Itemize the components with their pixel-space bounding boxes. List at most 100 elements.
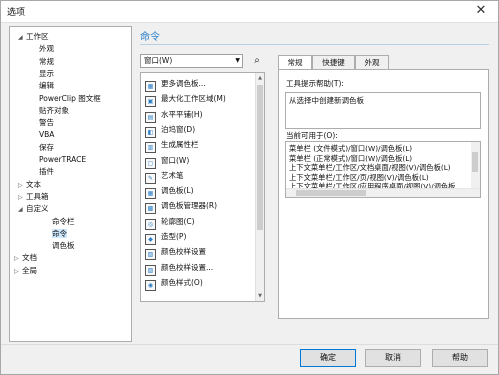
- command-item[interactable]: ◎ 轮廓图(C): [145, 215, 195, 230]
- general-tab-panel: 工具提示帮助(T): 从选择中创建新调色板 当前可用于(O): 上下文菜单栏/工…: [278, 69, 489, 319]
- help-button[interactable]: 帮助: [432, 349, 488, 367]
- tab-shortcuts[interactable]: 快捷键: [312, 55, 355, 69]
- tree-item-label: 工具箱: [26, 191, 49, 201]
- color-palette-icon: ▦: [145, 188, 156, 200]
- tree-item[interactable]: 编辑: [31, 80, 54, 92]
- command-item[interactable]: ▦ 更多调色板...: [145, 77, 206, 92]
- scroll-up-icon[interactable]: ▲: [256, 73, 264, 83]
- command-label: 颜色样式(O): [161, 277, 203, 287]
- command-label: 调色板(L): [161, 186, 194, 196]
- command-item[interactable]: ▦ 调色板(L): [145, 184, 194, 200]
- tree-item-label: 自定义: [26, 204, 49, 214]
- contour-icon: ◎: [145, 218, 156, 230]
- expander-icon[interactable]: ◢: [18, 32, 26, 44]
- expander-icon[interactable]: ▷: [14, 266, 22, 278]
- tree-item-label: 显示: [39, 68, 54, 78]
- tree-item[interactable]: ▷ 文档: [14, 252, 37, 264]
- category-select[interactable]: 窗口(W) ▼: [140, 54, 243, 68]
- used-in-hscrollbar[interactable]: [286, 188, 480, 197]
- tab-appearance[interactable]: 外观: [355, 55, 389, 69]
- options-tree[interactable]: ◢ 工作区 外观 常规 显示 编辑 PowerClip 图文框 贴齐对象 警告 VBA 保存 Powe…: [9, 26, 132, 342]
- tree-item-label: 常规: [39, 56, 54, 66]
- command-label: 水平平铺(H): [161, 109, 203, 119]
- command-label: 颜色校样设置: [161, 247, 206, 257]
- tree-item[interactable]: 插件: [31, 166, 54, 178]
- used-in-list[interactable]: 上下文菜单栏/工作区/应用程序桌面/视图(V)/调色板 上下文菜单栏/工作区/页/…: [285, 141, 481, 198]
- hscroll-thumb[interactable]: [296, 190, 366, 196]
- command-item[interactable]: ▣ 最大化工作区域(M): [145, 92, 226, 108]
- shaping-icon: ◆: [145, 234, 156, 245]
- used-in-entry[interactable]: 菜单栏 (正常模式)/窗口(W)/调色板(L): [289, 154, 412, 164]
- cancel-button[interactable]: 取消: [365, 349, 421, 367]
- command-item[interactable]: ◆ 造型(P): [145, 230, 187, 245]
- command-label: 调色板管理器(R): [161, 201, 218, 211]
- ok-button[interactable]: 确定: [300, 349, 356, 367]
- window-icon: ▢: [145, 157, 156, 169]
- tree-item[interactable]: 命令: [44, 228, 67, 240]
- expander-icon[interactable]: ▷: [18, 180, 26, 192]
- tree-item[interactable]: PowerClip 图文框: [31, 93, 101, 105]
- tree-item[interactable]: ▷ 全局: [14, 265, 37, 277]
- close-icon[interactable]: ✕: [470, 3, 492, 19]
- scroll-down-icon[interactable]: ▼: [256, 291, 264, 301]
- binoculars-icon[interactable]: ⌕: [250, 54, 264, 68]
- expander-icon[interactable]: ▷: [18, 192, 26, 204]
- tree-item[interactable]: ▷ 文本: [18, 179, 41, 191]
- tree-item[interactable]: ▷ 工具箱: [18, 191, 49, 203]
- command-label: 更多调色板...: [161, 79, 206, 88]
- tree-item[interactable]: 命令栏: [44, 216, 75, 228]
- vscroll-thumb[interactable]: [472, 152, 478, 172]
- command-label: 窗口(W): [161, 155, 190, 165]
- tree-item[interactable]: 保存: [31, 142, 54, 154]
- palette-icon: ▦: [145, 81, 156, 92]
- tree-item[interactable]: ◢ 工作区: [18, 31, 49, 43]
- command-label: 造型(P): [161, 232, 187, 241]
- command-item[interactable]: ◧ 泊坞窗(D): [145, 123, 195, 138]
- command-item[interactable]: ◉ 颜色样式(O): [145, 276, 203, 291]
- tree-item[interactable]: 警告: [31, 117, 54, 129]
- scroll-thumb[interactable]: [257, 85, 263, 230]
- command-list-scrollbar[interactable]: ▲ ▼: [255, 73, 264, 301]
- used-in-entry[interactable]: 上下文菜单栏/工作区/文档桌面/视图(V)/调色板(L): [289, 163, 451, 173]
- command-item[interactable]: ▢ 窗口(W): [145, 154, 190, 169]
- tree-item[interactable]: 调色板: [44, 240, 75, 252]
- used-in-entry[interactable]: 菜单栏 (文件模式)/窗口(W)/调色板(L): [289, 144, 412, 154]
- art-pen-icon: ✎: [145, 172, 156, 184]
- tree-item-label: 保存: [39, 142, 54, 152]
- tile-horizontal-icon: ▤: [145, 111, 156, 123]
- command-item[interactable]: ▧ 颜色校样设置: [145, 245, 206, 261]
- tree-item[interactable]: 常规: [31, 56, 54, 68]
- command-label: 艺术笔: [161, 170, 184, 180]
- color-styles-icon: ◉: [145, 279, 156, 291]
- command-label: 颜色校样设置...: [161, 262, 214, 272]
- command-item[interactable]: ▧ 颜色校样设置...: [145, 261, 214, 276]
- tab-general[interactable]: 常规: [278, 55, 312, 70]
- used-in-vscrollbar[interactable]: [471, 142, 480, 188]
- chevron-down-icon: ▼: [235, 57, 240, 64]
- command-item[interactable]: ▤ 水平平铺(H): [145, 108, 203, 123]
- tooltip-help-label: 工具提示帮助(T):: [286, 79, 344, 88]
- tree-item[interactable]: 显示: [31, 68, 54, 80]
- maximize-icon: ▣: [145, 96, 156, 108]
- tooltip-help-field[interactable]: 从选择中创建新调色板: [285, 92, 481, 129]
- command-list[interactable]: ▲ ▼ ▦ 更多调色板... ▣ 最大化工作区域(M) ▤ 水平平铺(H) ◧ 泊坞窗(D) ▥…: [140, 72, 265, 302]
- expander-icon[interactable]: ◢: [18, 204, 26, 216]
- used-in-label: 当前可用于(O):: [286, 131, 338, 140]
- title-bar: 选项 ✕: [1, 1, 498, 23]
- used-in-entry[interactable]: 上下文菜单栏/工作区/页/视图(V)/调色板(L): [289, 173, 429, 183]
- tree-item[interactable]: 外观: [31, 43, 54, 55]
- tree-item[interactable]: VBA: [31, 129, 54, 141]
- color-proof-icon: ▧: [145, 249, 156, 261]
- tree-item-label: 文本: [26, 179, 41, 189]
- command-item[interactable]: ▥ 生成属性栏: [145, 138, 199, 154]
- expander-icon[interactable]: ▷: [14, 253, 22, 265]
- tree-item-label: 工作区: [26, 32, 49, 41]
- command-label: 生成属性栏: [161, 140, 199, 150]
- tree-item[interactable]: ◢ 自定义: [18, 203, 49, 215]
- command-item[interactable]: ✎ 艺术笔: [145, 169, 184, 184]
- tree-item-label: VBA: [39, 130, 55, 140]
- color-proof-settings-icon: ▧: [145, 264, 156, 276]
- tree-item[interactable]: 贴齐对象: [31, 105, 69, 117]
- command-item[interactable]: ▩ 调色板管理器(R): [145, 199, 218, 215]
- tree-item[interactable]: PowerTRACE: [31, 154, 86, 166]
